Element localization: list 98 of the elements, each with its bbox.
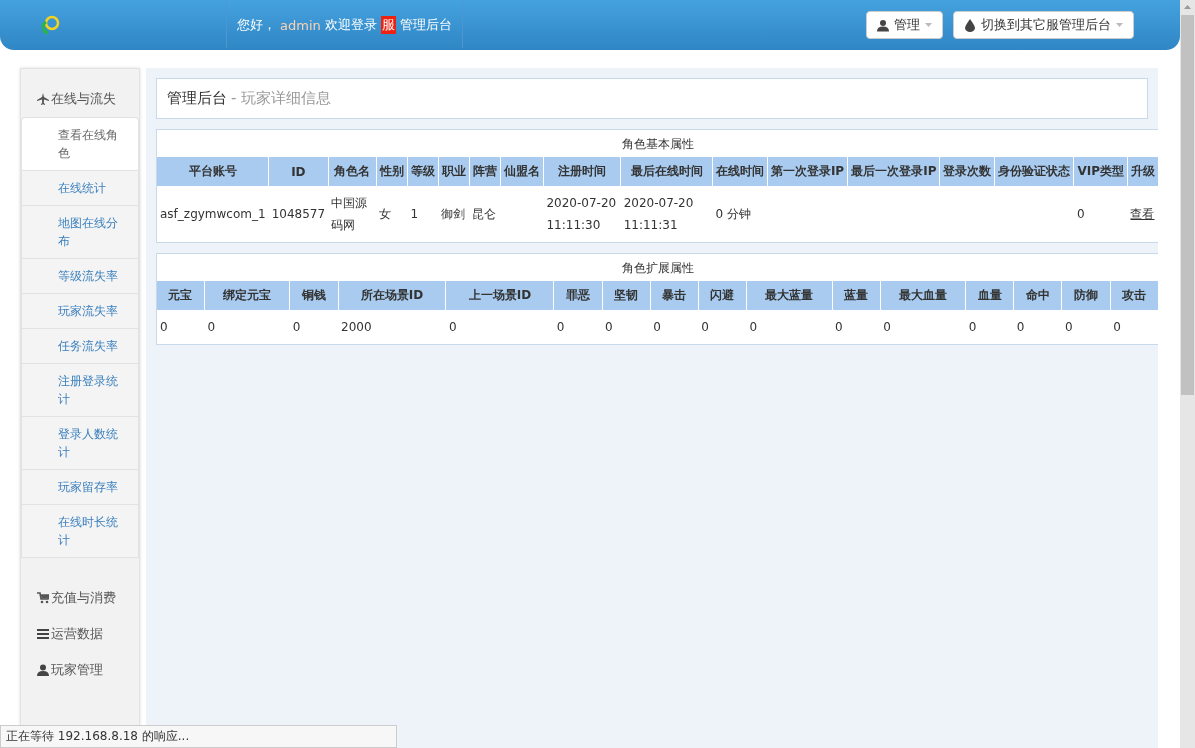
column-header: 最大血量 <box>880 281 966 310</box>
welcome-text: 欢迎登录 <box>324 16 377 34</box>
column-header: 罪恶 <box>553 281 602 310</box>
column-header: 最后一次登录IP <box>847 157 940 186</box>
table-cell: asf_zgymwcom_1 <box>157 186 269 242</box>
switch-server-button[interactable]: 切换到其它服管理后台 <box>953 11 1134 39</box>
table-cell: 2000 <box>338 310 446 344</box>
column-header: 坚韧 <box>602 281 651 310</box>
table-cell: 0 <box>204 310 290 344</box>
table-cell: 2020-07-20 11:11:30 <box>543 186 621 242</box>
column-header: 防御 <box>1062 281 1111 310</box>
table-cell: 御剑 <box>438 186 470 242</box>
scroll-up-icon[interactable] <box>1184 5 1191 9</box>
table-cell: 0 <box>698 310 747 344</box>
table-cell: 昆仑 <box>469 186 501 242</box>
table-cell: 0 <box>602 310 651 344</box>
sidebar-item[interactable]: 查看在线角色 <box>21 117 139 171</box>
table-cell: 0 <box>1110 310 1158 344</box>
column-header: 性别 <box>376 157 408 186</box>
column-header: 在线时间 <box>712 157 768 186</box>
table-cell: 0 <box>157 310 205 344</box>
table-cell: 女 <box>376 186 408 242</box>
table-cell: 0 <box>880 310 966 344</box>
column-header: 命中 <box>1013 281 1062 310</box>
sidebar-item[interactable]: 玩家流失率 <box>21 294 139 329</box>
column-header: 攻击 <box>1110 281 1158 310</box>
table-cell: 0 <box>1062 310 1111 344</box>
sidebar-item[interactable]: 玩家留存率 <box>21 470 139 505</box>
column-header: 血量 <box>965 281 1014 310</box>
sidebar-item[interactable]: 任务流失率 <box>21 329 139 364</box>
status-text: 正在等待 192.168.8.18 的响应... <box>0 725 397 748</box>
sidebar-item[interactable]: 注册登录统计 <box>21 364 139 417</box>
table-caption: 角色扩展属性 <box>621 260 695 277</box>
column-header: 注册时间 <box>543 157 621 186</box>
column-header: 上一场景ID <box>445 281 554 310</box>
column-header: 绑定元宝 <box>204 281 290 310</box>
server-badge: 服 <box>380 16 396 34</box>
table-caption: 角色基本属性 <box>621 136 695 153</box>
admin-menu-button[interactable]: 管理 <box>866 11 943 39</box>
greeting-text: 您好， <box>237 16 276 34</box>
sidebar-group[interactable]: 玩家管理 <box>21 652 139 688</box>
column-header: 角色名 <box>328 157 377 186</box>
caret-icon <box>925 23 932 27</box>
sidebar-group[interactable]: 在线与流失 <box>21 81 139 117</box>
table-cell: 1048577 <box>268 186 329 242</box>
page-subtitle: - 玩家详细信息 <box>231 89 332 108</box>
column-header: 登录次数 <box>939 157 995 186</box>
column-header: 所在场景ID <box>338 281 446 310</box>
caret-icon <box>1116 23 1123 27</box>
sidebar-item[interactable]: 登录人数统计 <box>21 417 139 470</box>
table-cell: 1 <box>407 186 439 242</box>
column-header: 最大蓝量 <box>746 281 832 310</box>
list-icon <box>37 628 49 640</box>
column-header: 等级 <box>407 157 439 186</box>
column-header: 第一次登录IP <box>767 157 848 186</box>
column-header: 仙盟名 <box>500 157 544 186</box>
sidebar-group[interactable]: 运营数据 <box>21 616 139 652</box>
user-icon <box>37 664 49 676</box>
table-cell: 0 <box>650 310 699 344</box>
scroll-thumb[interactable] <box>1181 15 1194 395</box>
sidebar-item[interactable]: 在线统计 <box>21 171 139 206</box>
sidebar-item[interactable]: 地图在线分布 <box>21 206 139 259</box>
sidebar-group[interactable]: 充值与消费 <box>21 580 139 616</box>
column-header: 元宝 <box>157 281 205 310</box>
table-cell: 0 <box>832 310 881 344</box>
column-header: 平台账号 <box>157 157 269 186</box>
table-cell: 2020-07-20 11:11:31 <box>620 186 713 242</box>
table-cell: 0 <box>965 310 1014 344</box>
user-icon <box>877 18 889 32</box>
column-header: 最后在线时间 <box>620 157 713 186</box>
column-header: 升级 <box>1127 157 1158 186</box>
table-cell: 0 <box>746 310 832 344</box>
table-cell: 0 <box>445 310 554 344</box>
username: admin <box>280 17 321 33</box>
column-header: 闪避 <box>698 281 747 310</box>
column-header: 暴击 <box>650 281 699 310</box>
column-header: VIP类型 <box>1073 157 1128 186</box>
table-cell: 0 <box>1013 310 1062 344</box>
table-cell: 0 <box>1073 186 1128 242</box>
view-link[interactable]: 查看 <box>1130 207 1155 221</box>
page-title: 管理后台 <box>167 89 227 108</box>
drop-icon <box>964 18 976 32</box>
table-cell: 0 <box>289 310 339 344</box>
column-header: 身份验证状态 <box>994 157 1074 186</box>
cart-icon <box>37 592 49 604</box>
sidebar-item[interactable]: 在线时长统计 <box>21 505 139 558</box>
admin-title: 管理后台 <box>399 16 452 34</box>
column-header: 蓝量 <box>832 281 881 310</box>
table-cell: 0 <box>553 310 602 344</box>
plane-icon <box>37 93 49 105</box>
table-cell: 中国源码网 <box>328 186 377 242</box>
column-header: ID <box>268 157 329 186</box>
table-cell: 0 分钟 <box>712 186 768 242</box>
column-header: 铜钱 <box>289 281 339 310</box>
scrollbar[interactable] <box>1180 0 1195 748</box>
sidebar-item[interactable]: 等级流失率 <box>21 259 139 294</box>
column-header: 阵营 <box>469 157 501 186</box>
column-header: 职业 <box>438 157 470 186</box>
